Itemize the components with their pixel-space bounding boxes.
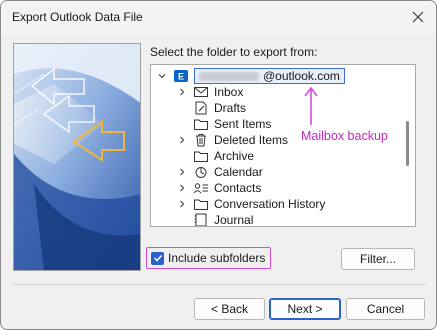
expand-icon[interactable] xyxy=(177,167,187,177)
include-subfolders-label: Include subfolders xyxy=(168,251,266,265)
trash-icon xyxy=(193,133,209,147)
filter-button[interactable]: Filter... xyxy=(341,248,415,270)
calendar-icon xyxy=(193,165,209,179)
tree-item-label: Archive xyxy=(214,149,255,163)
back-button[interactable]: < Back xyxy=(194,298,265,320)
annotation-arrow-icon xyxy=(304,86,318,125)
folder-icon xyxy=(193,197,209,211)
tree-item-label: Deleted Items xyxy=(214,133,289,147)
expand-icon[interactable] xyxy=(177,183,187,193)
close-icon xyxy=(412,11,424,23)
expand-icon[interactable] xyxy=(177,135,187,145)
drafts-icon xyxy=(193,101,209,115)
folder-tree[interactable]: E @outlook.com Inbox Drafts Sent Items D… xyxy=(150,64,416,227)
tree-item-label: Journal xyxy=(214,213,254,227)
tree-root-row[interactable]: E @outlook.com xyxy=(157,68,345,84)
journal-icon xyxy=(193,213,209,226)
tree-item-drafts[interactable]: Drafts xyxy=(193,100,246,116)
include-subfolders-checkbox[interactable] xyxy=(151,251,164,265)
tree-item-sent-items[interactable]: Sent Items xyxy=(193,116,271,132)
tree-item-label: Calendar xyxy=(214,165,263,179)
tree-item-contacts[interactable]: Contacts xyxy=(177,180,261,196)
wizard-banner-image xyxy=(13,43,141,271)
redacted-email xyxy=(199,71,259,81)
tree-item-deleted-items[interactable]: Deleted Items xyxy=(177,132,288,148)
cancel-button[interactable]: Cancel xyxy=(346,298,425,320)
next-button[interactable]: Next > xyxy=(269,298,341,320)
folder-icon xyxy=(193,117,209,131)
mailbox-backup-annotation: Mailbox backup xyxy=(301,129,388,143)
export-dialog: Export Outlook Data File Select the fold… xyxy=(0,0,437,330)
tree-item-label: Contacts xyxy=(214,181,262,195)
inbox-icon xyxy=(193,85,209,99)
title-bar: Export Outlook Data File xyxy=(1,1,436,33)
mailbox-account[interactable]: @outlook.com xyxy=(194,68,345,84)
account-domain: @outlook.com xyxy=(263,69,340,83)
checkmark-icon xyxy=(153,254,162,262)
folder-icon xyxy=(193,149,209,163)
window-title: Export Outlook Data File xyxy=(12,10,143,24)
include-subfolders-option[interactable]: Include subfolders xyxy=(146,247,271,269)
contacts-icon xyxy=(193,181,209,195)
footer-divider xyxy=(13,284,426,285)
expand-icon[interactable] xyxy=(177,199,187,209)
tree-scrollbar[interactable] xyxy=(406,121,409,166)
tree-item-label: Inbox xyxy=(214,85,244,99)
folder-prompt: Select the folder to export from: xyxy=(150,45,318,59)
collapse-icon[interactable] xyxy=(157,71,167,81)
svg-text:E: E xyxy=(178,72,184,82)
outlook-icon: E xyxy=(173,69,189,83)
tree-item-archive[interactable]: Archive xyxy=(193,148,254,164)
close-button[interactable] xyxy=(408,7,428,27)
tree-item-inbox[interactable]: Inbox xyxy=(177,84,243,100)
tree-item-label: Drafts xyxy=(214,101,247,115)
tree-item-label: Sent Items xyxy=(214,117,272,131)
tree-item-label: Conversation History xyxy=(214,197,326,211)
tree-item-calendar[interactable]: Calendar xyxy=(177,164,263,180)
tree-item-conversation-history[interactable]: Conversation History xyxy=(177,196,325,212)
expand-icon[interactable] xyxy=(177,87,187,97)
tree-item-journal[interactable]: Journal xyxy=(193,212,254,227)
